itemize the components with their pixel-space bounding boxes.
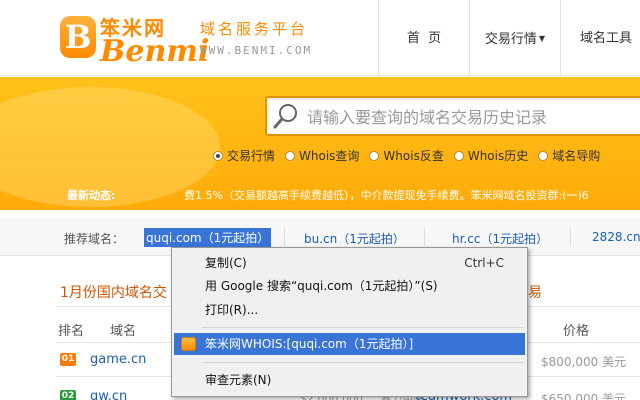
menu-item-label: 审查元素(N) [205, 373, 272, 387]
option-whois-history[interactable]: Whois历史 [453, 147, 529, 164]
menu-item-label: 笨米网WHOIS:[quqi.com（1元起拍）] [205, 337, 414, 351]
domain-link[interactable]: game.cn [90, 352, 146, 367]
site-url: WWW.BENMI.COM [200, 44, 313, 57]
site-header: B 笨米网 Benmi 域名服务平台 WWW.BENMI.COM 首 页 交易行… [0, 0, 640, 76]
nav-tools-label: 域名工具 [579, 31, 632, 46]
radio-unchecked-icon[interactable] [369, 150, 380, 161]
option-label: 交易行情 [227, 149, 276, 163]
radio-unchecked-icon[interactable] [453, 150, 464, 161]
news-ticker[interactable]: 费1.5%（交易额越高手续费越低），中介款提现免手续费。笨米网域名投资群:(一)… [184, 187, 640, 203]
search-type-options: 交易行情 Whois查询 Whois反查 Whois历史 域名导购 [213, 147, 610, 164]
option-trade-market[interactable]: 交易行情 [213, 147, 275, 164]
nav-home-label: 首 页 [406, 31, 442, 46]
menu-item-google-search[interactable]: 用 Google 搜索“quqi.com（1元起拍）”(S) [174, 275, 525, 297]
site-slogan: 域名服务平台 [200, 20, 309, 38]
option-label: 域名导购 [552, 149, 601, 163]
option-label: Whois反查 [383, 149, 444, 163]
column-header-domain: 域名 [110, 324, 137, 339]
main-nav: 首 页 交易行情 ▼ 域名工具 [378, 0, 640, 76]
radio-unchecked-icon[interactable] [538, 150, 549, 161]
logo-english-name: Benmi [100, 34, 210, 69]
section-title: 1月份国内域名交 [60, 285, 167, 301]
radio-checked-icon[interactable] [213, 150, 223, 161]
menu-separator [202, 327, 524, 328]
recommended-domain-link[interactable]: bu.cn（1元起拍） [304, 230, 405, 247]
radio-unchecked-icon[interactable] [285, 150, 296, 161]
option-domain-guide[interactable]: 域名导购 [538, 147, 600, 164]
price-value: $800,000 美元 [541, 355, 627, 369]
menu-separator [202, 362, 524, 363]
section-title-tail: 易 [528, 285, 542, 301]
divider [424, 228, 425, 246]
menu-item-label: 复制(C) [205, 256, 247, 270]
domain-link[interactable]: qw.cn [90, 389, 127, 400]
benmi-extension-icon [181, 337, 196, 351]
menu-item-label: 打印(R)... [205, 303, 259, 317]
search-banner: 交易行情 Whois查询 Whois反查 Whois历史 域名导购 最新动态: … [0, 77, 640, 210]
rank-badge: 01 [60, 353, 76, 366]
context-menu: 复制(C) Ctrl+C 用 Google 搜索“quqi.com（1元起拍）”… [171, 247, 528, 397]
option-whois-query[interactable]: Whois查询 [285, 147, 359, 164]
column-header-rank: 排名 [58, 324, 85, 339]
recommended-domain-link[interactable]: quqi.com（1元起拍） [144, 228, 272, 247]
nav-tools[interactable]: 域名工具 [561, 0, 640, 76]
option-label: Whois历史 [467, 149, 529, 163]
recommended-label: 推荐域名： [64, 232, 125, 246]
nav-market[interactable]: 交易行情 ▼ [470, 0, 560, 76]
magnifier-icon[interactable] [273, 102, 301, 130]
recommended-domain-link[interactable]: 2828.cn [592, 230, 640, 244]
divider [570, 228, 571, 246]
nav-market-label: 交易行情 [484, 32, 537, 47]
caret-down-icon: ▼ [538, 34, 546, 43]
nav-home[interactable]: 首 页 [379, 0, 469, 76]
column-header-price: 价格 [563, 324, 590, 339]
menu-item-shortcut: Ctrl+C [464, 256, 504, 270]
site-logo[interactable]: B 笨米网 Benmi [60, 6, 220, 70]
menu-item-copy[interactable]: 复制(C) Ctrl+C [174, 252, 525, 274]
search-input[interactable] [307, 106, 637, 128]
news-label: 最新动态: [67, 189, 116, 202]
menu-item-print[interactable]: 打印(R)... [174, 299, 525, 321]
search-box[interactable] [265, 96, 640, 136]
menu-item-benmi-whois[interactable]: 笨米网WHOIS:[quqi.com（1元起拍）] [174, 333, 525, 355]
recommended-domain-link[interactable]: hr.cc（1元起拍） [452, 230, 548, 247]
rank-badge: 02 [60, 390, 76, 400]
option-whois-reverse[interactable]: Whois反查 [369, 147, 444, 164]
logo-mark: B [60, 16, 96, 58]
divider [284, 228, 285, 246]
menu-item-inspect[interactable]: 审查元素(N) [174, 369, 525, 391]
option-label: Whois查询 [299, 149, 360, 163]
price-value: $650,000 美元 [541, 392, 627, 400]
menu-item-label: 用 Google 搜索“quqi.com（1元起拍）”(S) [205, 279, 438, 293]
